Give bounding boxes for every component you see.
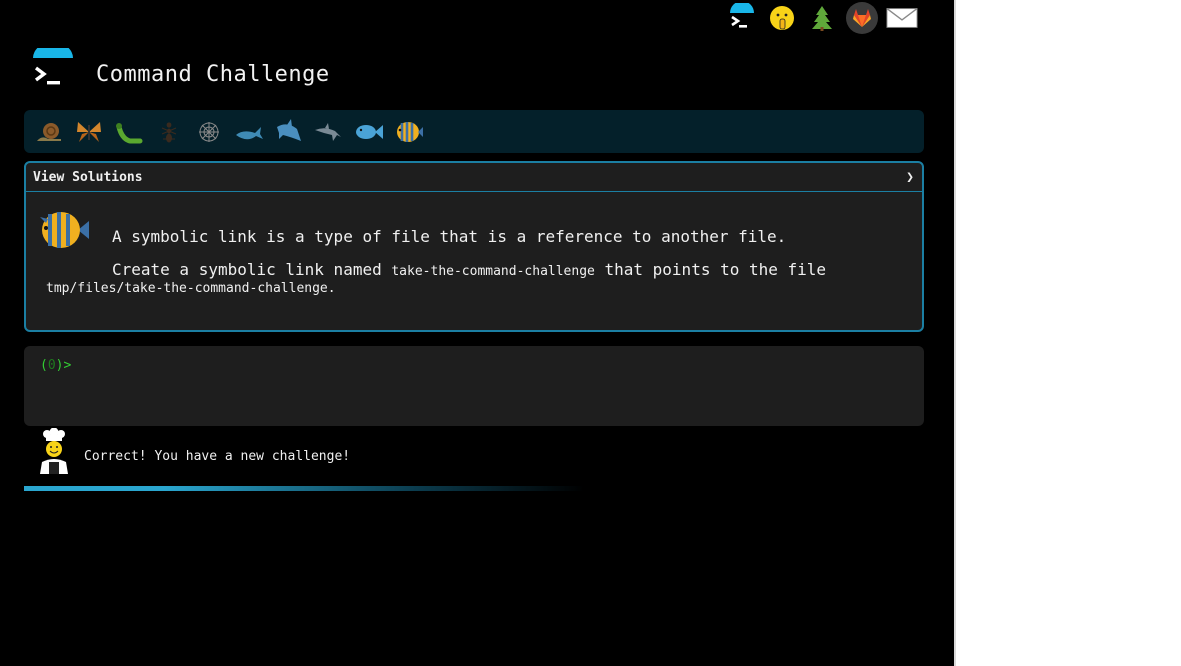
result-message: Correct! You have a new challenge! [84, 449, 351, 464]
chevron-right-icon[interactable]: ❯ [906, 170, 914, 185]
tropical-fish-icon[interactable] [392, 115, 426, 149]
tropical-fish-icon [38, 207, 90, 253]
gitlab-icon[interactable] [846, 2, 878, 34]
evergreen-tree-icon[interactable] [806, 2, 838, 34]
app-window: Command Challenge View Solutions ❯ A sym… [0, 0, 954, 666]
target-path-period: . [327, 281, 336, 296]
window-divider [954, 0, 956, 666]
caterpillar-icon[interactable] [112, 115, 146, 149]
terminal-prompt: (0)> [40, 358, 71, 373]
butterfly-icon[interactable] [72, 115, 106, 149]
challenge-target-path: tmp/files/take-the-command-challenge. [46, 281, 336, 296]
page-title: Command Challenge [96, 62, 330, 87]
fish-icon[interactable] [352, 115, 386, 149]
instruction-suffix: that points to the file [594, 260, 827, 279]
instruction-prefix: Create a symbolic link named [112, 260, 392, 279]
spiderweb-icon[interactable] [192, 115, 226, 149]
terminal-input-area[interactable]: (0)> [24, 346, 924, 426]
prompt-count: 0 [47, 358, 56, 373]
challenge-panel: View Solutions ❯ A symbolic link is a ty… [24, 161, 924, 332]
dolphin-icon[interactable] [312, 115, 346, 149]
target-path-code: tmp/files/take-the-command-challenge [46, 281, 328, 296]
shark-icon[interactable] [272, 115, 306, 149]
snail-icon[interactable] [32, 115, 66, 149]
prompt-close: )> [55, 358, 72, 373]
view-solutions-label: View Solutions [33, 169, 143, 185]
shushing-face-icon[interactable] [766, 2, 798, 34]
prompt-open: ( [40, 358, 48, 373]
challenge-description: A symbolic link is a type of file that i… [112, 227, 787, 246]
view-solutions-toggle[interactable]: View Solutions ❯ [26, 163, 922, 192]
link-name-code: take-the-command-challenge [391, 264, 595, 279]
ant-icon[interactable] [152, 115, 186, 149]
whale-icon[interactable] [232, 115, 266, 149]
level-bar [24, 110, 924, 153]
envelope-icon[interactable] [886, 2, 918, 34]
site-logo-icon[interactable] [30, 42, 76, 92]
progress-bar [24, 486, 584, 491]
chef-avatar-icon [36, 427, 72, 474]
challenge-instruction: Create a symbolic link named take-the-co… [112, 260, 826, 279]
terminal-logo-icon[interactable] [726, 2, 758, 34]
top-icon-bar [726, 2, 918, 34]
